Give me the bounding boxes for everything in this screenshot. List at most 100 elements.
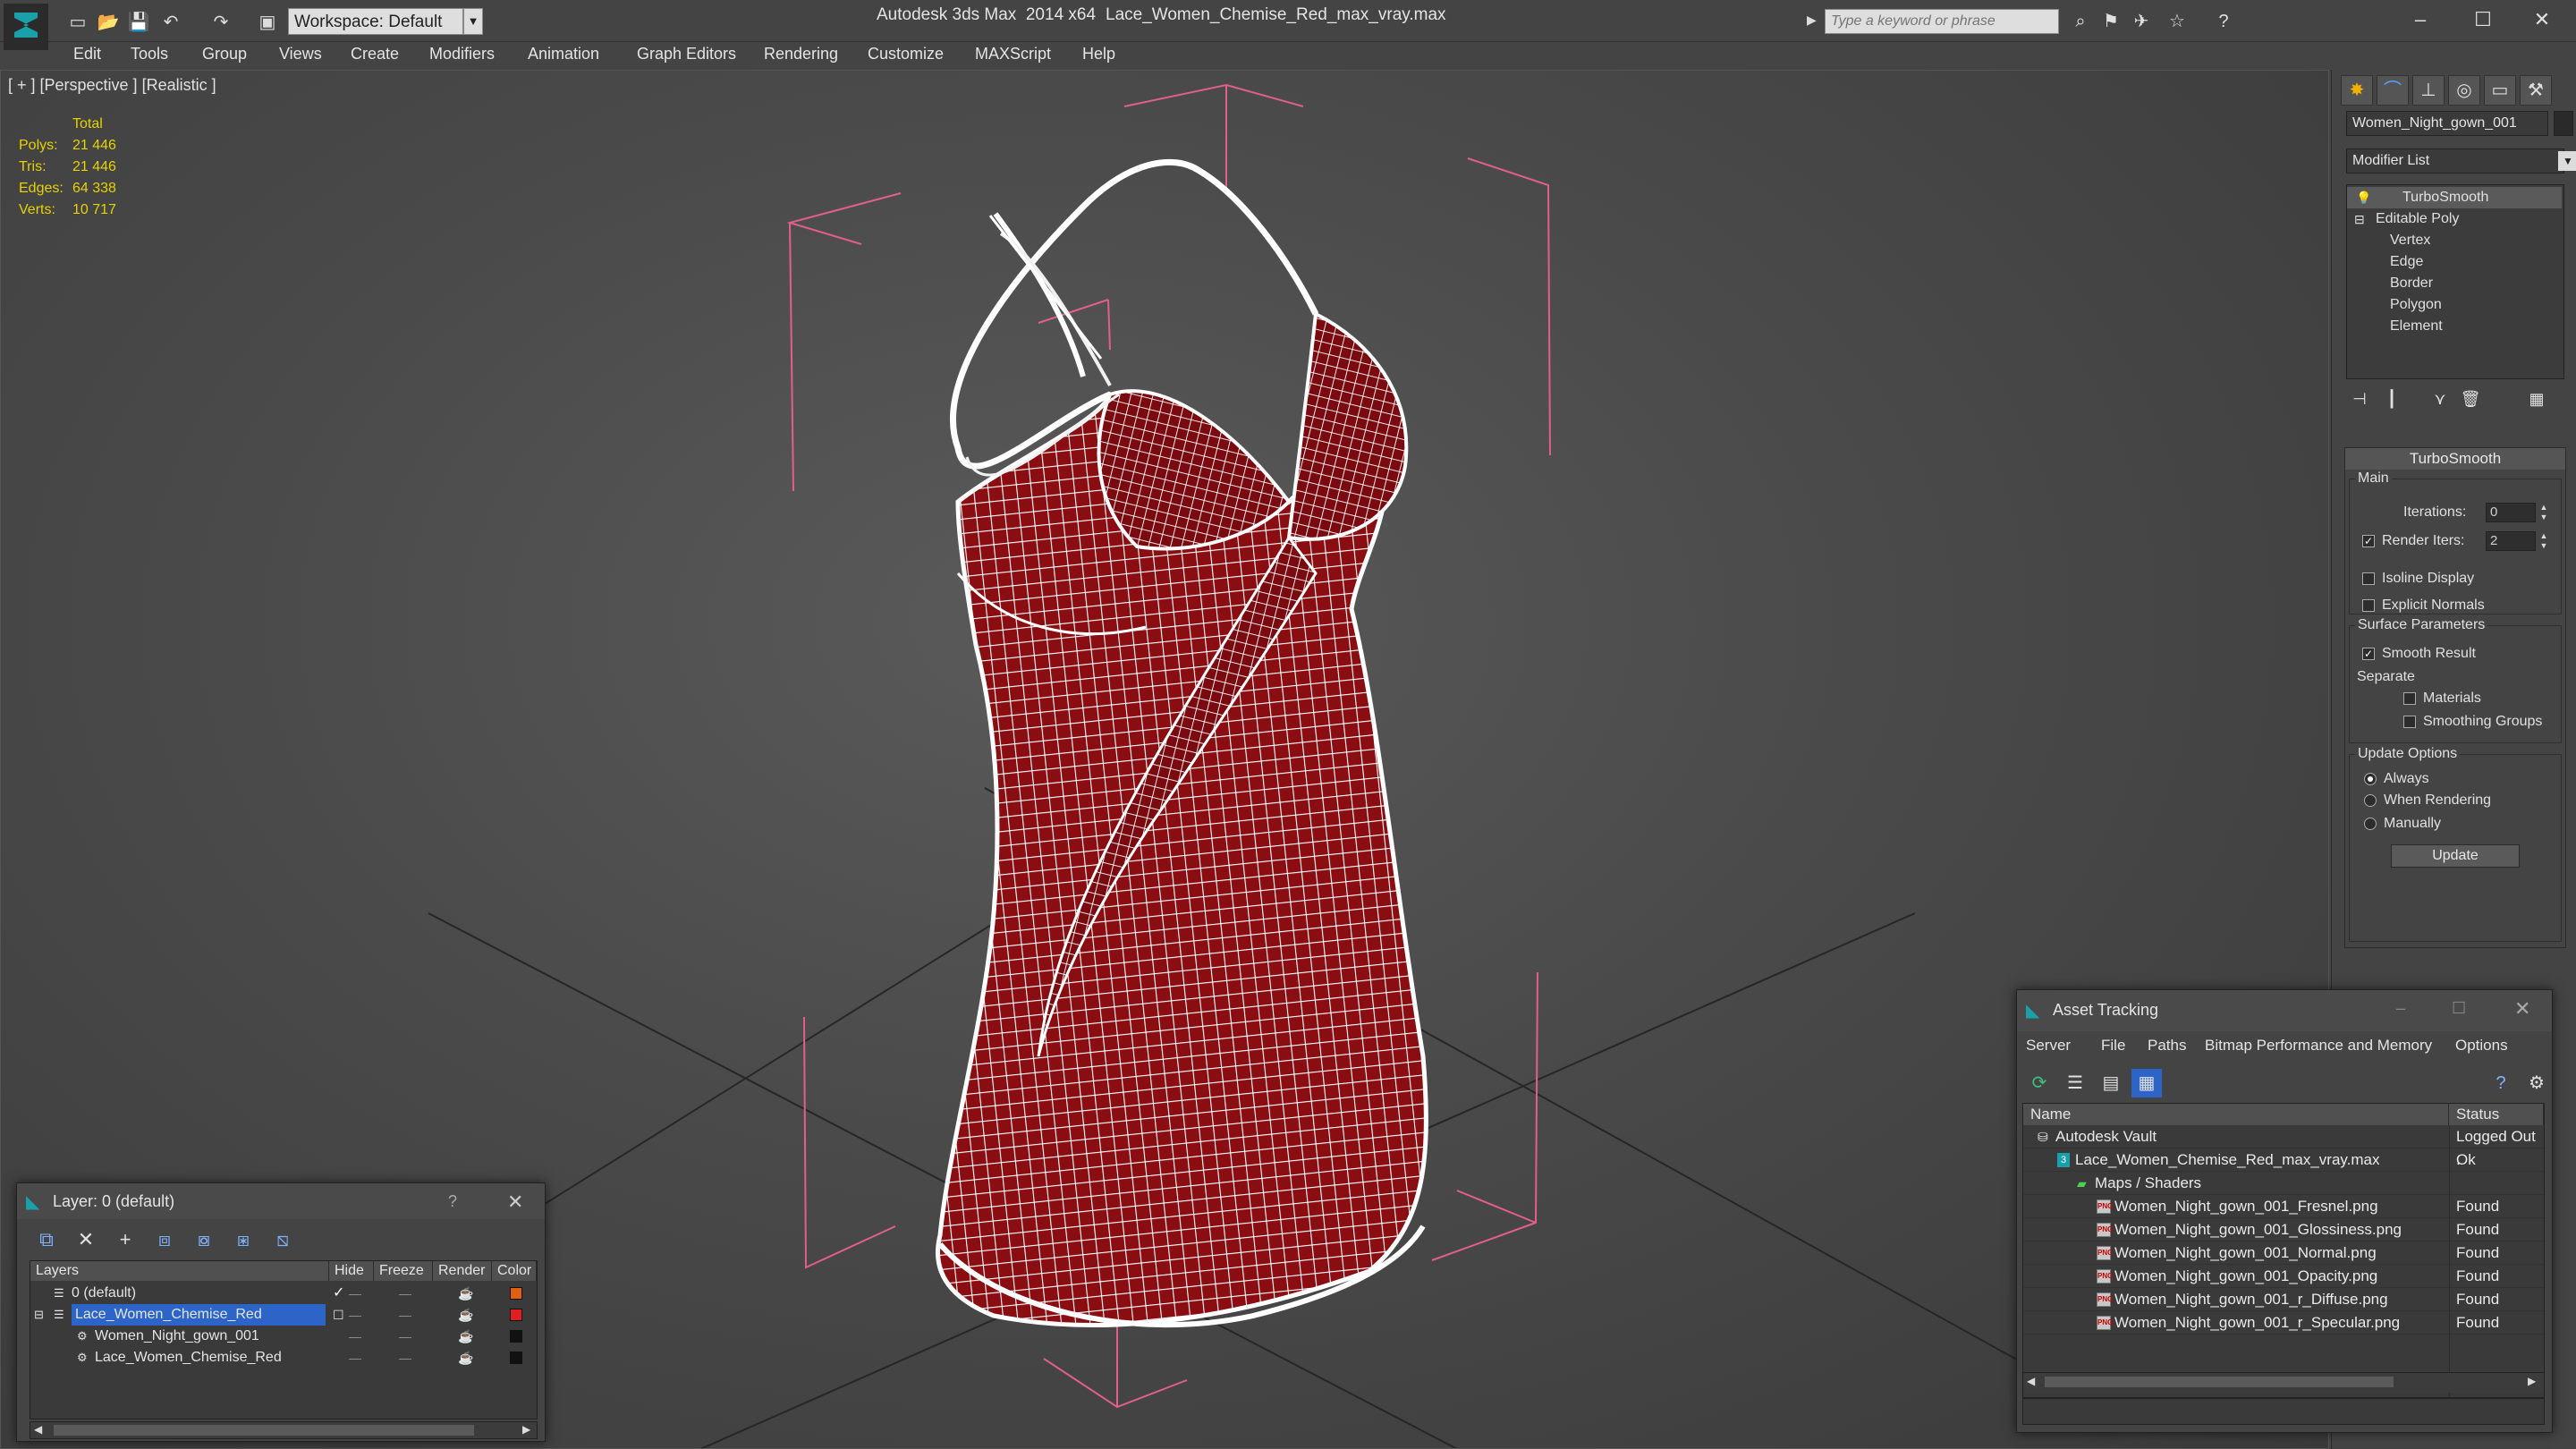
scroll-right-icon[interactable]: ▶ [522,1423,530,1436]
spinner-arrows-icon[interactable]: ▲ ▼ [2538,503,2550,522]
help-icon[interactable]: ? [2211,9,2236,34]
stack-item-editable-poly[interactable]: ⊟ Editable Poly [2347,208,2562,230]
maximize-icon[interactable]: ☐ [2456,4,2510,36]
asset-row[interactable]: PNG Women_Night_gown_001_Normal.png Foun… [2023,1241,2544,1265]
favorites-star-icon[interactable]: ☆ [2165,9,2190,34]
asset-row[interactable]: PNG Women_Night_gown_001_r_Diffuse.png F… [2023,1288,2544,1311]
stack-item-vertex[interactable]: Vertex [2347,230,2562,251]
help-icon[interactable]: ? [2486,1069,2516,1097]
stack-item-turbosmooth[interactable]: 💡 TurboSmooth [2347,187,2562,208]
layer-name[interactable]: 0 (default) [72,1283,136,1304]
modify-tab-icon[interactable]: ⌒ [2377,75,2409,106]
horizontal-scrollbar[interactable]: ◀ ▶ [2023,1372,2544,1393]
column-header-name[interactable]: Name [2023,1104,2449,1125]
layer-color-swatch[interactable] [510,1309,522,1321]
menu-edit[interactable]: Edit [73,45,101,64]
column-header-status[interactable]: Status [2449,1104,2544,1125]
menu-rendering[interactable]: Rendering [764,45,838,64]
collapse-icon[interactable]: ⊟ [34,1304,44,1326]
expand-arrow-icon[interactable]: ▶ [1807,13,1817,28]
new-file-icon[interactable]: ▭ [64,9,91,36]
open-file-icon[interactable]: 📂 [95,9,122,36]
binoculars-icon[interactable]: ⌕ [2068,9,2093,34]
display-tab-icon[interactable]: ▭ [2484,75,2516,106]
asset-row[interactable]: ⛁ Autodesk Vault Logged Out . [2023,1125,2544,1168]
freeze-toggle[interactable]: — [399,1347,411,1368]
scroll-left-icon[interactable]: ◀ [2027,1375,2035,1387]
spinner-arrows-icon[interactable]: ▲ ▼ [2538,531,2550,551]
chevron-down-icon[interactable]: ▼ [463,8,483,35]
manually-radio[interactable] [2364,818,2377,830]
current-layer-box-icon[interactable]: ☐ [333,1304,344,1326]
chevron-down-icon[interactable]: ▼ [2558,151,2576,171]
object-row[interactable]: ⚙ Women_Night_gown_001 — — ☕ [30,1326,537,1347]
column-header-freeze[interactable]: Freeze [374,1261,433,1281]
layer-name[interactable]: Lace_Women_Chemise_Red [72,1304,326,1326]
render-teapot-icon[interactable]: ☕ [458,1304,473,1326]
freeze-all-layers-icon[interactable]: ⧅ [267,1224,298,1255]
column-header-render[interactable]: Render [433,1261,492,1281]
menu-tools[interactable]: Tools [131,45,168,64]
object-row[interactable]: ⚙ Lace_Women_Chemise_Red — — ☕ [30,1347,537,1368]
menu-views[interactable]: Views [279,45,322,64]
iterations-spinner[interactable]: 0 [2486,503,2536,522]
create-tab-icon[interactable]: ✸ [2341,75,2373,106]
lightbulb-icon[interactable]: 💡 [2356,187,2371,208]
hide-toggle[interactable]: — [349,1347,361,1368]
menu-graph-editors[interactable]: Graph Editors [637,45,736,64]
modifier-list-dropdown[interactable]: Modifier List ▼ [2346,148,2576,174]
app-menu-button[interactable] [4,4,48,50]
workspace-dropdown[interactable]: Workspace: Default [288,8,463,35]
pin-stack-icon[interactable]: ⊣ [2346,386,2373,411]
object-name-field[interactable]: Women_Night_gown_001 [2346,111,2548,136]
render-iters-checkbox[interactable]: ✓ [2362,535,2375,547]
rollout-header[interactable]: TurboSmooth [2345,448,2565,470]
freeze-toggle[interactable]: — [399,1283,411,1304]
save-file-icon[interactable]: 💾 [125,9,152,36]
stack-item-polygon[interactable]: Polygon [2347,294,2562,316]
project-folder-icon[interactable]: ▣ [254,9,281,36]
hierarchy-tab-icon[interactable]: ⊥ [2412,75,2445,106]
delete-layer-icon[interactable]: ✕ [71,1224,101,1255]
redo-icon[interactable]: ↷ [208,9,234,36]
freeze-toggle[interactable]: — [399,1326,411,1347]
menu-modifiers[interactable]: Modifiers [429,45,495,64]
table-view-icon[interactable]: ▦ [2131,1069,2162,1097]
minimize-icon[interactable]: – [2396,999,2405,1018]
asset-row[interactable]: 3 Lace_Women_Chemise_Red_max_vray.max Ok [2023,1148,2544,1172]
hide-toggle[interactable]: — [349,1304,361,1326]
object-color-swatch[interactable] [510,1330,522,1343]
menu-server[interactable]: Server [2026,1037,2071,1055]
layer-row[interactable]: ☰ 0 (default) ✓ — — ☕ [30,1283,537,1304]
column-header-color[interactable]: Color [492,1261,537,1281]
menu-animation[interactable]: Animation [528,45,599,64]
stack-item-border[interactable]: Border [2347,273,2562,294]
highlight-layer-icon[interactable]: ⧇ [189,1224,219,1255]
details-view-icon[interactable]: ▤ [2096,1069,2126,1097]
column-header-layers[interactable]: Layers [30,1261,329,1281]
render-iters-spinner[interactable]: 2 [2486,531,2536,551]
minimize-icon[interactable]: – [2394,4,2447,36]
show-end-result-icon[interactable]: ┃ [2378,386,2405,411]
menu-group[interactable]: Group [202,45,247,64]
communication-icon[interactable]: ✈ [2129,9,2154,34]
maximize-icon[interactable]: ☐ [2452,999,2466,1018]
list-view-icon[interactable]: ☰ [2060,1069,2090,1097]
refresh-icon[interactable]: ⟳ [2024,1069,2055,1097]
asset-row[interactable]: PNG Women_Night_gown_001_r_Specular.png … [2023,1311,2544,1335]
hide-all-layers-icon[interactable]: ⧆ [228,1224,258,1255]
close-icon[interactable]: ✕ [2514,997,2530,1021]
hide-toggle[interactable]: — [349,1326,361,1347]
layer-row[interactable]: ⊟ ☰ Lace_Women_Chemise_Red ☐ — — ☕ [30,1304,537,1326]
scrollbar-thumb[interactable] [54,1425,474,1436]
menu-bitmap-performance[interactable]: Bitmap Performance and Memory [2205,1037,2432,1055]
isoline-display-checkbox[interactable] [2362,572,2375,585]
freeze-toggle[interactable]: — [399,1304,411,1326]
asset-row[interactable]: PNG Women_Night_gown_001_Opacity.png Fou… [2023,1265,2544,1288]
help-icon[interactable]: ? [448,1192,457,1211]
render-teapot-icon[interactable]: ☕ [458,1326,473,1347]
motion-tab-icon[interactable]: ◎ [2448,75,2480,106]
menu-paths[interactable]: Paths [2148,1037,2186,1055]
menu-maxscript[interactable]: MAXScript [975,45,1051,64]
dialog-title-bar[interactable]: ◣ Asset Tracking – ☐ ✕ [2017,990,2552,1031]
